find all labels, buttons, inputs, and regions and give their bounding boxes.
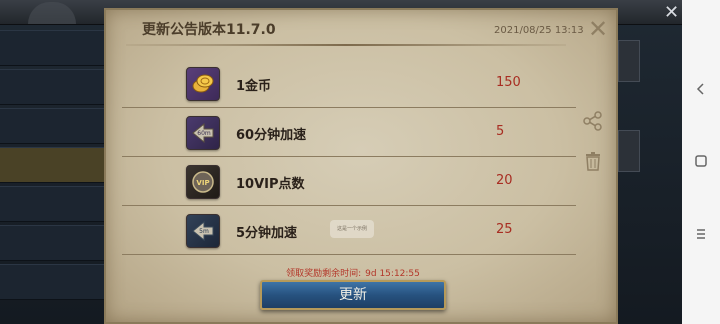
background-menu-item <box>0 69 104 105</box>
home-icon[interactable] <box>692 152 710 170</box>
share-icon[interactable] <box>582 110 604 132</box>
system-nav-bar <box>682 0 720 324</box>
dialog-date: 2021/08/25 13:13 <box>494 25 584 36</box>
background-menu-item-active <box>0 147 104 183</box>
menu-icon[interactable] <box>692 225 710 243</box>
update-button[interactable]: 更新 <box>260 280 446 310</box>
header-divider <box>126 44 566 46</box>
reward-row: 60m 60分钟加速 5 <box>122 110 576 157</box>
side-tools <box>582 110 604 190</box>
svg-text:60m: 60m <box>197 130 211 137</box>
countdown-label: 领取奖励剩余时间: <box>286 269 362 279</box>
background-side-button <box>618 40 640 82</box>
background-menu-item <box>0 186 104 222</box>
reward-row: 1金币 150 <box>122 61 576 108</box>
reward-name: 1金币 <box>236 79 272 94</box>
background-side-button <box>618 130 640 172</box>
reward-countdown: 领取奖励剩余时间: 9d 15:12:55 <box>106 266 600 279</box>
dialog-title: 更新公告版本11.7.0 <box>142 22 276 38</box>
svg-text:VIP: VIP <box>196 179 209 187</box>
watermark: 这是一个示例 <box>330 220 374 238</box>
reward-row: 5m 5分钟加速 25 这是一个示例 <box>122 208 576 255</box>
close-icon[interactable]: ✕ <box>586 17 610 42</box>
background-menu-item <box>0 225 104 261</box>
speedup-5-icon: 5m <box>186 214 220 248</box>
back-icon[interactable] <box>692 80 710 98</box>
reward-name: 5分钟加速 <box>236 226 298 241</box>
reward-list: 1金币 150 60m 60分钟加速 5 VIP 10VIP点数 20 5m 5… <box>122 61 576 257</box>
trash-icon[interactable] <box>582 150 604 172</box>
countdown-value: 9d 15:12:55 <box>365 269 420 279</box>
reward-name: 10VIP点数 <box>236 177 305 192</box>
speedup-60-icon: 60m <box>186 116 220 150</box>
emblem <box>28 2 76 24</box>
background-menu-item <box>0 264 104 300</box>
vip-points-icon: VIP <box>186 165 220 199</box>
gold-coin-icon <box>186 67 220 101</box>
reward-quantity: 5 <box>496 124 505 139</box>
reward-row: VIP 10VIP点数 20 <box>122 159 576 206</box>
reward-name: 60分钟加速 <box>236 128 307 143</box>
background-menu <box>0 30 104 324</box>
background-menu-item <box>0 108 104 144</box>
reward-quantity: 20 <box>496 173 513 188</box>
svg-text:5m: 5m <box>199 228 209 235</box>
reward-quantity: 25 <box>496 222 513 237</box>
background-close-icon: ✕ <box>664 2 680 23</box>
announcement-dialog: 更新公告版本11.7.0 2021/08/25 13:13 ✕ 1金币 150 … <box>104 8 618 324</box>
background-menu-item <box>0 30 104 66</box>
reward-quantity: 150 <box>496 75 521 90</box>
